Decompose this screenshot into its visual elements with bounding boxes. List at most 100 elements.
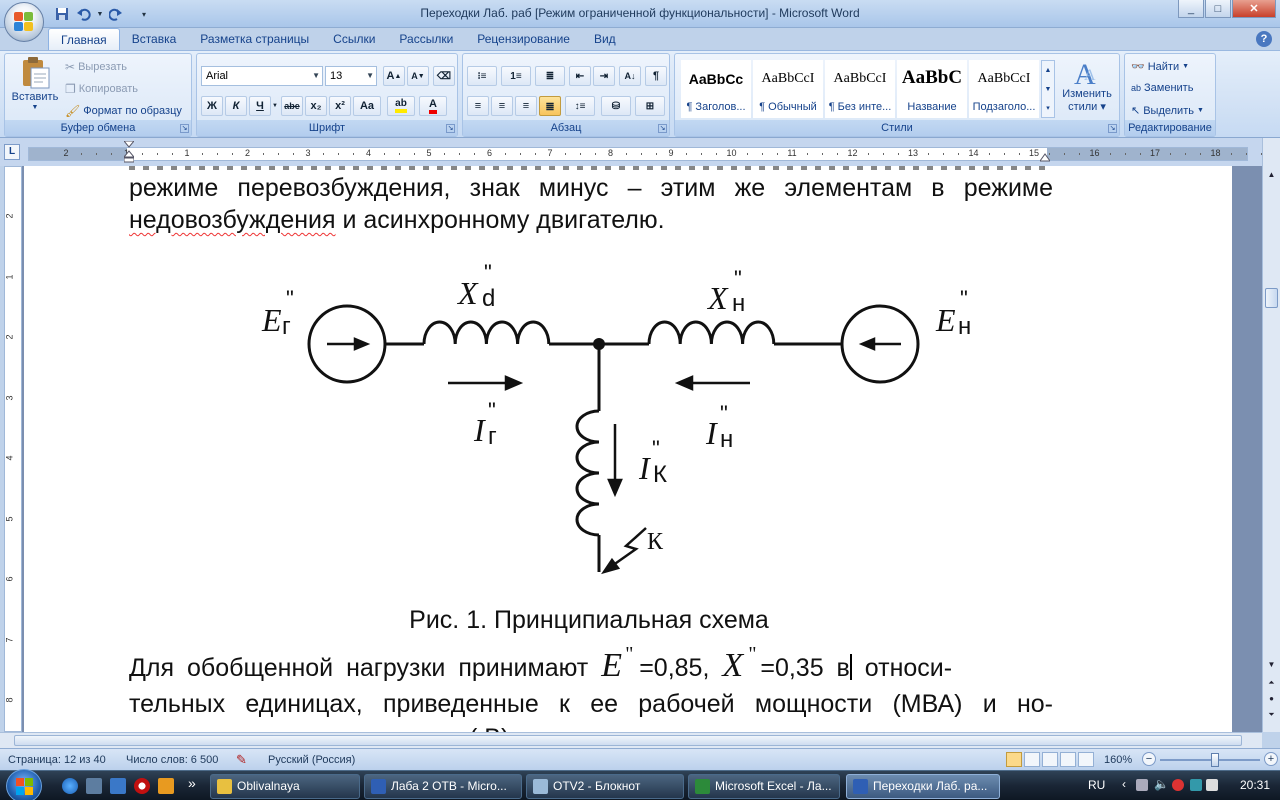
align-center-button[interactable]: ≡	[491, 96, 513, 116]
clipboard-launcher-icon[interactable]: ↘	[180, 124, 189, 133]
justify-button[interactable]: ≣	[539, 96, 561, 116]
numbering-button[interactable]: 1≡	[501, 66, 531, 86]
horizontal-scrollbar[interactable]	[0, 732, 1262, 748]
taskbar-item[interactable]: Microsoft Excel - Ла...	[688, 774, 840, 799]
language-indicator[interactable]: Русский (Россия)	[268, 754, 355, 766]
scroll-thumb[interactable]	[1265, 288, 1278, 308]
tray-app-icon-2[interactable]	[1190, 779, 1202, 791]
ie-icon[interactable]	[62, 778, 78, 794]
view-draft-button[interactable]	[1078, 752, 1094, 767]
find-button[interactable]: 👓 Найти ▼	[1131, 60, 1189, 74]
grow-font-button[interactable]: A ▲	[383, 66, 405, 86]
tray-app-icon[interactable]	[1172, 779, 1184, 791]
office-button[interactable]	[4, 2, 44, 42]
font-size-combo[interactable]: 13 ▼	[325, 66, 377, 86]
view-print-layout-button[interactable]	[1006, 752, 1022, 767]
replace-button[interactable]: ab Заменить	[1131, 82, 1193, 94]
tray-app-icon-3[interactable]	[1206, 779, 1218, 791]
clock[interactable]: 20:31	[1240, 778, 1270, 792]
tray-volume-icon[interactable]: 🔈	[1154, 777, 1169, 791]
browse-object-icon[interactable]: ●	[1265, 692, 1278, 706]
indent-marker-icon[interactable]	[124, 141, 134, 163]
format-painter-button[interactable]: 🖌 Формат по образцу	[65, 104, 182, 118]
hscroll-thumb[interactable]	[14, 735, 1242, 746]
ruler-track[interactable]: 2 1 1 2 3 4 5 6 7 8 9 10 11 12 13 14 15 16 17 18	[28, 147, 1262, 161]
tray-network-icon[interactable]	[1136, 779, 1148, 791]
help-icon[interactable]: ?	[1256, 31, 1272, 47]
bullets-button[interactable]: ⁝≡	[467, 66, 497, 86]
cut-button[interactable]: ✂ Вырезать	[65, 60, 127, 74]
tab-references[interactable]: Ссылки	[321, 28, 387, 50]
styles-launcher-icon[interactable]: ↘	[1108, 124, 1117, 133]
zoom-slider-thumb[interactable]	[1211, 753, 1219, 767]
minimize-button[interactable]: _	[1178, 0, 1204, 18]
style-normal[interactable]: AaBbCcI ¶ Обычный	[753, 60, 823, 118]
change-case-button[interactable]: Aa	[353, 96, 381, 116]
select-button[interactable]: ↖ Выделить ▼	[1131, 104, 1204, 118]
increase-indent-button[interactable]: ⇥	[593, 66, 615, 86]
tab-mailings[interactable]: Рассылки	[387, 28, 465, 50]
style-heading[interactable]: AaBbCc ¶ Заголов...	[681, 60, 751, 118]
right-indent-marker-icon[interactable]	[1040, 151, 1050, 163]
paste-button[interactable]: Вставить ▼	[9, 56, 61, 111]
tab-home[interactable]: Главная	[48, 28, 120, 50]
scroll-down-icon[interactable]: ▼	[1265, 658, 1278, 672]
vertical-ruler[interactable]: 212345678910	[4, 166, 22, 763]
align-right-button[interactable]: ≡	[515, 96, 537, 116]
opera-icon[interactable]	[134, 778, 150, 794]
tab-view[interactable]: Вид	[582, 28, 628, 50]
font-launcher-icon[interactable]: ↘	[446, 124, 455, 133]
proofing-icon[interactable]: ✎	[236, 752, 247, 768]
zoom-out-icon[interactable]: −	[1142, 752, 1156, 766]
copy-button[interactable]: ❐ Копировать	[65, 82, 138, 96]
maximize-button[interactable]: □	[1205, 0, 1231, 18]
tab-insert[interactable]: Вставка	[120, 28, 189, 50]
shrink-font-button[interactable]: A ▼	[407, 66, 429, 86]
line-spacing-button[interactable]: ↕≡	[565, 96, 595, 116]
highlight-button[interactable]: ab	[387, 96, 415, 116]
start-button[interactable]	[6, 769, 42, 800]
style-no-spacing[interactable]: AaBbCcI ¶ Без инте...	[825, 60, 895, 118]
next-page-icon[interactable]: ⏷	[1265, 708, 1278, 722]
show-marks-button[interactable]: ¶	[645, 66, 667, 86]
sort-button[interactable]: A↓	[619, 66, 641, 86]
underline-button[interactable]: Ч	[249, 96, 271, 116]
view-web-layout-button[interactable]	[1042, 752, 1058, 767]
strikethrough-button[interactable]: abe	[281, 96, 303, 116]
taskbar-item-active[interactable]: Переходки Лаб. ра...	[846, 774, 1000, 799]
shading-button[interactable]: ⛁	[601, 96, 631, 116]
borders-button[interactable]: ⊞	[635, 96, 665, 116]
switch-windows-icon[interactable]	[86, 778, 102, 794]
change-styles-button[interactable]: AA Изменить стили ▾	[1059, 58, 1115, 113]
paragraph-launcher-icon[interactable]: ↘	[658, 124, 667, 133]
decrease-indent-button[interactable]: ⇤	[569, 66, 591, 86]
vertical-scrollbar[interactable]: ▲ ▼ ⏶ ● ⏷	[1262, 138, 1280, 732]
page-indicator[interactable]: Страница: 12 из 40	[8, 754, 106, 766]
previous-page-icon[interactable]: ⏶	[1265, 676, 1278, 690]
font-name-combo[interactable]: Arial ▼	[201, 66, 323, 86]
underline-dropdown-icon[interactable]: ▼	[271, 96, 279, 116]
multilevel-list-button[interactable]: ≣	[535, 66, 565, 86]
italic-button[interactable]: К	[225, 96, 247, 116]
word-count[interactable]: Число слов: 6 500	[126, 754, 218, 766]
taskbar-item[interactable]: Лаба 2 OTB - Micro...	[364, 774, 522, 799]
subscript-button[interactable]: x₂	[305, 96, 327, 116]
bold-button[interactable]: Ж	[201, 96, 223, 116]
document-page[interactable]: режиме перевозбуждения, знак минус – эти…	[24, 166, 1232, 732]
tab-review[interactable]: Рецензирование	[465, 28, 582, 50]
style-subtitle[interactable]: AaBbCcI Подзаголо...	[969, 60, 1039, 118]
zoom-slider[interactable]	[1160, 753, 1260, 767]
style-title[interactable]: AaBbC Название	[897, 60, 967, 118]
font-color-button[interactable]: A	[419, 96, 447, 116]
taskbar-item[interactable]: Oblivalnaya	[210, 774, 360, 799]
tab-selector[interactable]: L	[4, 144, 20, 160]
show-desktop-icon[interactable]	[110, 778, 126, 794]
view-full-screen-button[interactable]	[1024, 752, 1040, 767]
superscript-button[interactable]: x²	[329, 96, 351, 116]
zoom-in-icon[interactable]: +	[1264, 752, 1278, 766]
input-language[interactable]: RU	[1088, 778, 1105, 792]
styles-scroll[interactable]: ▲ ▼ ▾	[1041, 60, 1055, 118]
app-icon[interactable]	[158, 778, 174, 794]
taskbar-item[interactable]: OTV2 - Блокнот	[526, 774, 684, 799]
view-outline-button[interactable]	[1060, 752, 1076, 767]
